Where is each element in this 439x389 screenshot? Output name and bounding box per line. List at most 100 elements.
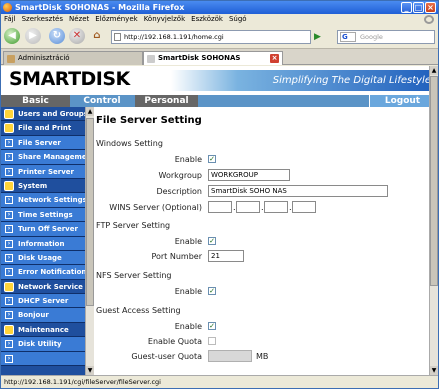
menu-bookmarks[interactable]: Könyvjelzők [141, 14, 188, 25]
quota-label: Enable Quota [147, 337, 202, 346]
menu-help[interactable]: Súgó [226, 14, 250, 25]
main-form: File Server Setting Windows Setting Enab… [95, 107, 438, 375]
sidebar-item-label: Error Notification [18, 268, 85, 277]
windows-enable-checkbox[interactable]: ✓ [208, 155, 216, 163]
arrow-icon: › [5, 138, 13, 147]
sidebar: Users and Groups File and Print › File Serv… [1, 107, 85, 375]
sidebar-item-label: Disk Usage [18, 253, 62, 262]
sidebar-item-label: Network Service [18, 282, 83, 291]
menu-edit[interactable]: Szerkesztés [19, 14, 66, 25]
sidebar-item-disk-usage[interactable]: › Disk Usage [1, 250, 85, 266]
wins-octet-4[interactable] [292, 201, 316, 213]
stop-icon[interactable]: ✕ [69, 28, 85, 44]
tab-smartdisk[interactable]: SmartDisk SOHONAS × [143, 51, 283, 65]
search-box[interactable]: G Google [337, 30, 435, 44]
sidebar-item-label: Network Settings [18, 196, 85, 205]
menu-tools[interactable]: Eszközök [188, 14, 226, 25]
scroll-down-icon[interactable]: ▼ [430, 366, 438, 375]
forward-arrow-icon[interactable]: ▶ [25, 28, 41, 44]
menu-view[interactable]: Nézet [66, 14, 92, 25]
ftp-heading: FTP Server Setting [96, 221, 171, 230]
url-text: http://192.168.1.191/home.cgi [124, 33, 224, 41]
go-arrow-icon[interactable]: ▶ [314, 30, 328, 44]
sidebar-item-label: DHCP Server [18, 297, 69, 306]
quota-checkbox[interactable] [208, 337, 216, 345]
sidebar-item-error-notification[interactable]: › Error Notification [1, 265, 85, 280]
sidebar-item-network-settings[interactable]: › Network Settings [1, 193, 85, 208]
sidebar-item-label: Information [18, 239, 65, 248]
smartdisk-logo: SMARTDISK [9, 68, 130, 90]
back-arrow-icon[interactable]: ◀ [4, 28, 20, 44]
home-icon[interactable]: ⌂ [89, 28, 105, 44]
title-bar: SmartDisk SOHONAS - Mozilla Firefox _ □ … [1, 1, 438, 14]
sidebar-item-users-and-groups[interactable]: Users and Groups [1, 107, 85, 122]
sidebar-scrollbar[interactable]: ▲ ▼ [85, 107, 94, 375]
nav-basic[interactable]: Basic [1, 95, 70, 107]
sidebar-item-information[interactable]: › Information [1, 236, 85, 251]
sidebar-item-file-and-print[interactable]: File and Print [1, 121, 85, 136]
lock-icon [4, 123, 14, 134]
sidebar-item-file-server[interactable]: › File Server [1, 135, 85, 151]
arrow-icon: › [5, 253, 13, 262]
maximize-button[interactable]: □ [413, 2, 424, 13]
arrow-icon: › [5, 167, 13, 176]
status-bar: http://192.168.1.191/cgi/fileServer/file… [1, 375, 438, 388]
windows-enable-label: Enable [174, 155, 202, 164]
wins-octet-1[interactable] [208, 201, 232, 213]
sidebar-item-label: Turn Off Server [18, 225, 78, 234]
close-window-button[interactable]: × [425, 2, 436, 13]
scroll-down-icon[interactable]: ▼ [86, 366, 94, 375]
arrow-icon: › [5, 297, 13, 306]
menu-file[interactable]: Fájl [1, 14, 19, 25]
sidebar-item-blank[interactable]: › [1, 351, 85, 367]
logout-button[interactable]: Logout [369, 95, 435, 107]
sidebar-item-maintenance[interactable]: Maintenance [1, 322, 85, 338]
sidebar-item-label: File Server [18, 138, 61, 147]
sidebar-item-network-service[interactable]: Network Service [1, 279, 85, 295]
ftp-enable-checkbox[interactable]: ✓ [208, 237, 216, 245]
port-input[interactable]: 21 [208, 250, 244, 262]
sidebar-item-dhcp-server[interactable]: › DHCP Server [1, 294, 85, 309]
scroll-thumb[interactable] [430, 76, 438, 286]
user-quota-label: Guest-user Quota [131, 352, 202, 361]
nfs-enable-checkbox[interactable]: ✓ [208, 287, 216, 295]
google-engine-icon[interactable]: G [340, 32, 356, 42]
arrow-icon: › [5, 239, 13, 248]
nav-control-panel[interactable]: Control Panel [70, 95, 134, 118]
description-input[interactable]: SmartDisk SOHO NAS [208, 185, 388, 197]
scroll-up-icon[interactable]: ▲ [430, 66, 438, 75]
wins-label: WINS Server (Optional) [109, 203, 202, 212]
arrow-icon: › [5, 225, 13, 234]
user-quota-input[interactable] [208, 350, 252, 362]
guest-enable-label: Enable [174, 322, 202, 331]
sidebar-item-system[interactable]: System [1, 178, 85, 194]
guest-enable-checkbox[interactable]: ✓ [208, 322, 216, 330]
sidebar-item-printer-server[interactable]: › Printer Server [1, 164, 85, 179]
workgroup-input[interactable]: WORKGROUP [208, 169, 290, 181]
wins-octet-3[interactable] [264, 201, 288, 213]
arrow-icon: › [5, 268, 13, 277]
menu-history[interactable]: Előzmények [92, 14, 140, 25]
close-tab-icon[interactable]: × [270, 54, 279, 63]
lock-icon [4, 281, 14, 292]
sidebar-item-bonjour[interactable]: › Bonjour [1, 308, 85, 323]
tab-administration[interactable]: Adminisztráció [3, 51, 143, 65]
sidebar-item-time-settings[interactable]: › Time Settings [1, 207, 85, 223]
minimize-button[interactable]: _ [401, 2, 412, 13]
url-bar[interactable]: http://192.168.1.191/home.cgi [111, 30, 311, 44]
wins-octet-2[interactable] [236, 201, 260, 213]
tab-label: Adminisztráció [18, 54, 70, 62]
scroll-up-icon[interactable]: ▲ [86, 107, 94, 116]
sidebar-item-turn-off-server[interactable]: › Turn Off Server [1, 222, 85, 237]
banner: SMARTDISK Simplifying The Digital Lifest… [1, 66, 438, 95]
reload-icon[interactable]: ↻ [49, 28, 65, 44]
sidebar-item-share-management[interactable]: › Share Management [1, 150, 85, 165]
sidebar-item-disk-utility[interactable]: › Disk Utility [1, 337, 85, 352]
guest-heading: Guest Access Setting [96, 306, 181, 315]
menu-bar: Fájl Szerkesztés Nézet Előzmények Könyvjelző… [1, 14, 438, 25]
scroll-thumb[interactable] [86, 118, 94, 306]
nav-personal-info[interactable]: Personal Info [135, 95, 198, 118]
tab-bar: Adminisztráció SmartDisk SOHONAS × [1, 49, 438, 65]
page-scrollbar[interactable]: ▲ ▼ [429, 66, 438, 375]
description-label: Description [156, 187, 202, 196]
